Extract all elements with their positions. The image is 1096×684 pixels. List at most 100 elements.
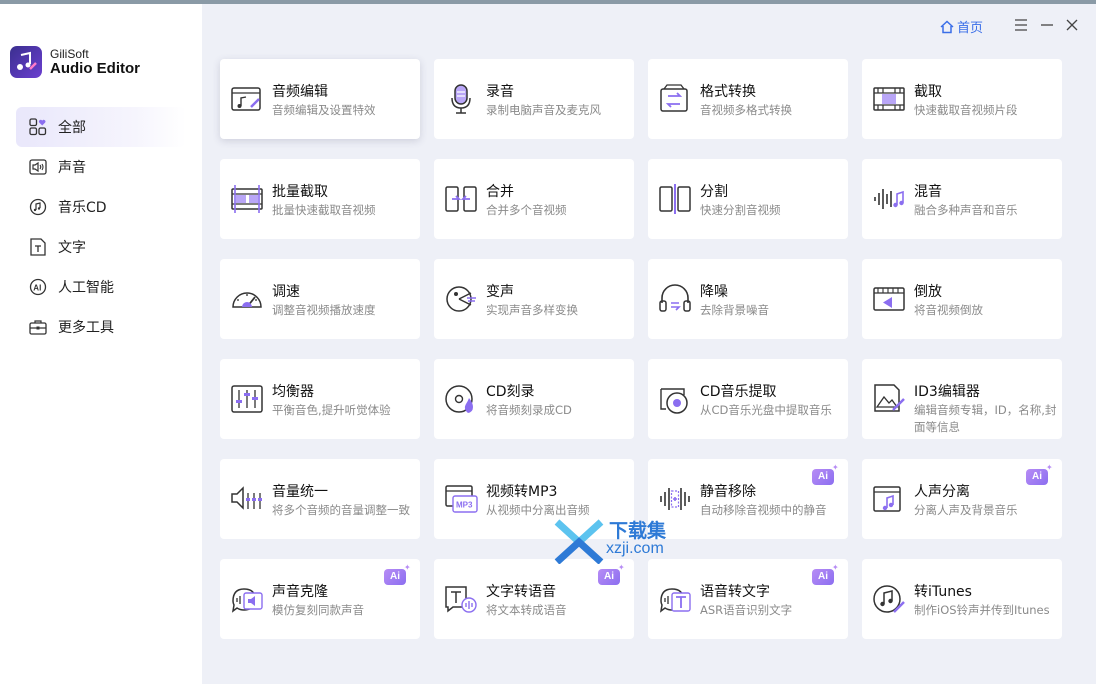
equalizer-icon <box>231 385 263 413</box>
tool-desc: 自动移除音视频中的静音 <box>700 503 827 517</box>
watermark: 下载集 xzji.com <box>553 516 698 564</box>
speech-to-text-icon <box>659 588 691 613</box>
tool-card-batch-trim[interactable]: 批量截取 批量快速截取音视频 <box>220 159 420 239</box>
tool-title: 均衡器 <box>272 384 314 400</box>
tool-card-speech-to-text[interactable]: Ai ✦ 语音转文字 ASR语音识别文字 <box>648 559 848 639</box>
sidebar-item-music-cd[interactable]: 音乐CD <box>16 187 186 227</box>
sidebar-item-label: 全部 <box>58 120 86 136</box>
tool-card-id3-editor[interactable]: ID3编辑器 编辑音频专辑，ID，名称,封面等信息 <box>862 359 1062 439</box>
tool-desc: 将音频刻录成CD <box>486 403 572 417</box>
format-convert-icon <box>660 84 688 112</box>
sparkle-icon: ✦ <box>832 463 839 472</box>
product-name: Audio Editor <box>50 60 140 77</box>
volume-normalize-icon <box>231 486 262 510</box>
tool-card-merge[interactable]: 合并 合并多个音视频 <box>434 159 634 239</box>
tool-desc: 将文本转成语音 <box>486 603 567 617</box>
sparkle-icon: ✦ <box>1046 463 1053 472</box>
ai-badge: Ai <box>812 569 834 585</box>
sidebar-item-more-tools[interactable]: 更多工具 <box>16 307 186 347</box>
id3-editor-icon <box>874 384 905 412</box>
tool-card-voice-clone[interactable]: Ai ✦ 声音克隆 模仿复刻同款声音 <box>220 559 420 639</box>
home-icon <box>940 19 954 33</box>
tool-title: 录音 <box>486 84 514 100</box>
tool-title: 分割 <box>700 184 728 200</box>
tool-card-mix[interactable]: 混音 融合多种声音和音乐 <box>862 159 1062 239</box>
tool-title: 降噪 <box>700 284 728 300</box>
sidebar-item-ai[interactable]: AI 人工智能 <box>16 267 186 307</box>
voice-changer-icon <box>446 286 476 312</box>
sidebar-item-sound[interactable]: 声音 <box>16 147 186 187</box>
sidebar-nav: 全部 声音 音乐CD 文字 AI 人工智能 更多工具 <box>16 107 186 347</box>
home-link[interactable]: 首页 <box>940 17 983 36</box>
tool-title: 音频编辑 <box>272 84 328 100</box>
merge-icon <box>445 186 477 212</box>
app-logo: GiliSoft Audio Editor <box>10 44 200 84</box>
tool-card-vocal-separate[interactable]: Ai ✦ 人声分离 分离人声及背景音乐 <box>862 459 1062 539</box>
hamburger-icon <box>1015 19 1027 31</box>
ai-badge: Ai <box>1026 469 1048 485</box>
tool-card-speed[interactable]: 调速 调整音视频播放速度 <box>220 259 420 339</box>
tool-title: 批量截取 <box>272 184 328 200</box>
tool-card-audio-edit[interactable]: 音频编辑 音频编辑及设置特效 <box>220 59 420 139</box>
sidebar-item-label: 声音 <box>58 160 86 176</box>
toolbox-icon <box>28 317 48 337</box>
tool-title: 语音转文字 <box>700 584 770 600</box>
tool-desc: 将多个音频的音量调整一致 <box>272 503 410 517</box>
tool-card-cd-burn[interactable]: CD刻录 将音频刻录成CD <box>434 359 634 439</box>
tool-card-denoise[interactable]: 降噪 去除背景噪音 <box>648 259 848 339</box>
tool-title: 静音移除 <box>700 484 756 500</box>
tool-desc: 模仿复刻同款声音 <box>272 603 364 617</box>
tool-card-equalizer[interactable]: 均衡器 平衡音色,提升听觉体验 <box>220 359 420 439</box>
close-icon <box>1066 19 1078 31</box>
brand-name: GiliSoft <box>50 47 89 61</box>
tool-title: 格式转换 <box>700 84 756 100</box>
audio-edit-icon <box>231 87 261 111</box>
watermark-url: xzji.com <box>606 540 664 557</box>
sidebar-item-all[interactable]: 全部 <box>16 107 186 147</box>
batch-trim-icon <box>231 185 263 213</box>
tool-desc: 批量快速截取音视频 <box>272 203 376 217</box>
video-to-mp3-icon: MP3 <box>445 485 478 513</box>
denoise-icon <box>659 284 691 312</box>
close-button[interactable] <box>1063 16 1081 34</box>
split-icon <box>659 184 691 214</box>
tool-desc: 融合多种声音和音乐 <box>914 203 1018 217</box>
ai-badge: Ai <box>384 569 406 585</box>
minimize-icon <box>1041 24 1053 26</box>
sparkle-icon: ✦ <box>618 563 625 572</box>
reverse-icon <box>873 287 905 311</box>
svg-text:MP3: MP3 <box>456 501 473 510</box>
watermark-title: 下载集 <box>609 520 667 542</box>
text-icon <box>28 237 48 257</box>
tool-desc: 编辑音频专辑，ID，名称,封面等信息 <box>914 403 1057 434</box>
tool-desc: 调整音视频播放速度 <box>272 303 376 317</box>
trim-icon <box>873 87 905 111</box>
tool-desc: 合并多个音视频 <box>486 203 567 217</box>
tool-card-record[interactable]: 录音 录制电脑声音及麦克风 <box>434 59 634 139</box>
ai-badge: Ai <box>598 569 620 585</box>
tool-desc: 快速截取音视频片段 <box>914 103 1018 117</box>
silence-remove-icon <box>660 488 690 510</box>
tool-card-itunes[interactable]: 转iTunes 制作iOS铃声并传到Itunes <box>862 559 1062 639</box>
tool-card-reverse[interactable]: 倒放 将音视频倒放 <box>862 259 1062 339</box>
watermark-logo-icon <box>554 519 604 564</box>
vocal-separate-icon <box>873 486 901 512</box>
app-logo-icon <box>10 46 42 78</box>
tool-card-cd-rip[interactable]: CD音乐提取 从CD音乐光盘中提取音乐 <box>648 359 848 439</box>
tool-card-text-to-speech[interactable]: Ai ✦ 文字转语音 将文本转成语音 <box>434 559 634 639</box>
tool-title: 音量统一 <box>272 484 328 500</box>
minimize-button[interactable] <box>1038 16 1056 34</box>
tool-card-format-convert[interactable]: 格式转换 音视频多格式转换 <box>648 59 848 139</box>
tool-card-trim[interactable]: 截取 快速截取音视频片段 <box>862 59 1062 139</box>
speaker-icon <box>28 157 48 177</box>
cd-rip-icon <box>660 388 688 414</box>
mix-icon <box>874 189 904 209</box>
tool-card-volume-normalize[interactable]: 音量统一 将多个音频的音量调整一致 <box>220 459 420 539</box>
tool-card-split[interactable]: 分割 快速分割音视频 <box>648 159 848 239</box>
cd-burn-icon <box>445 385 473 413</box>
tool-card-voice-changer[interactable]: 变声 实现声音多样变换 <box>434 259 634 339</box>
sidebar-item-text[interactable]: 文字 <box>16 227 186 267</box>
tool-title: 转iTunes <box>914 584 972 600</box>
itunes-icon <box>873 585 905 613</box>
menu-button[interactable] <box>1012 16 1030 34</box>
